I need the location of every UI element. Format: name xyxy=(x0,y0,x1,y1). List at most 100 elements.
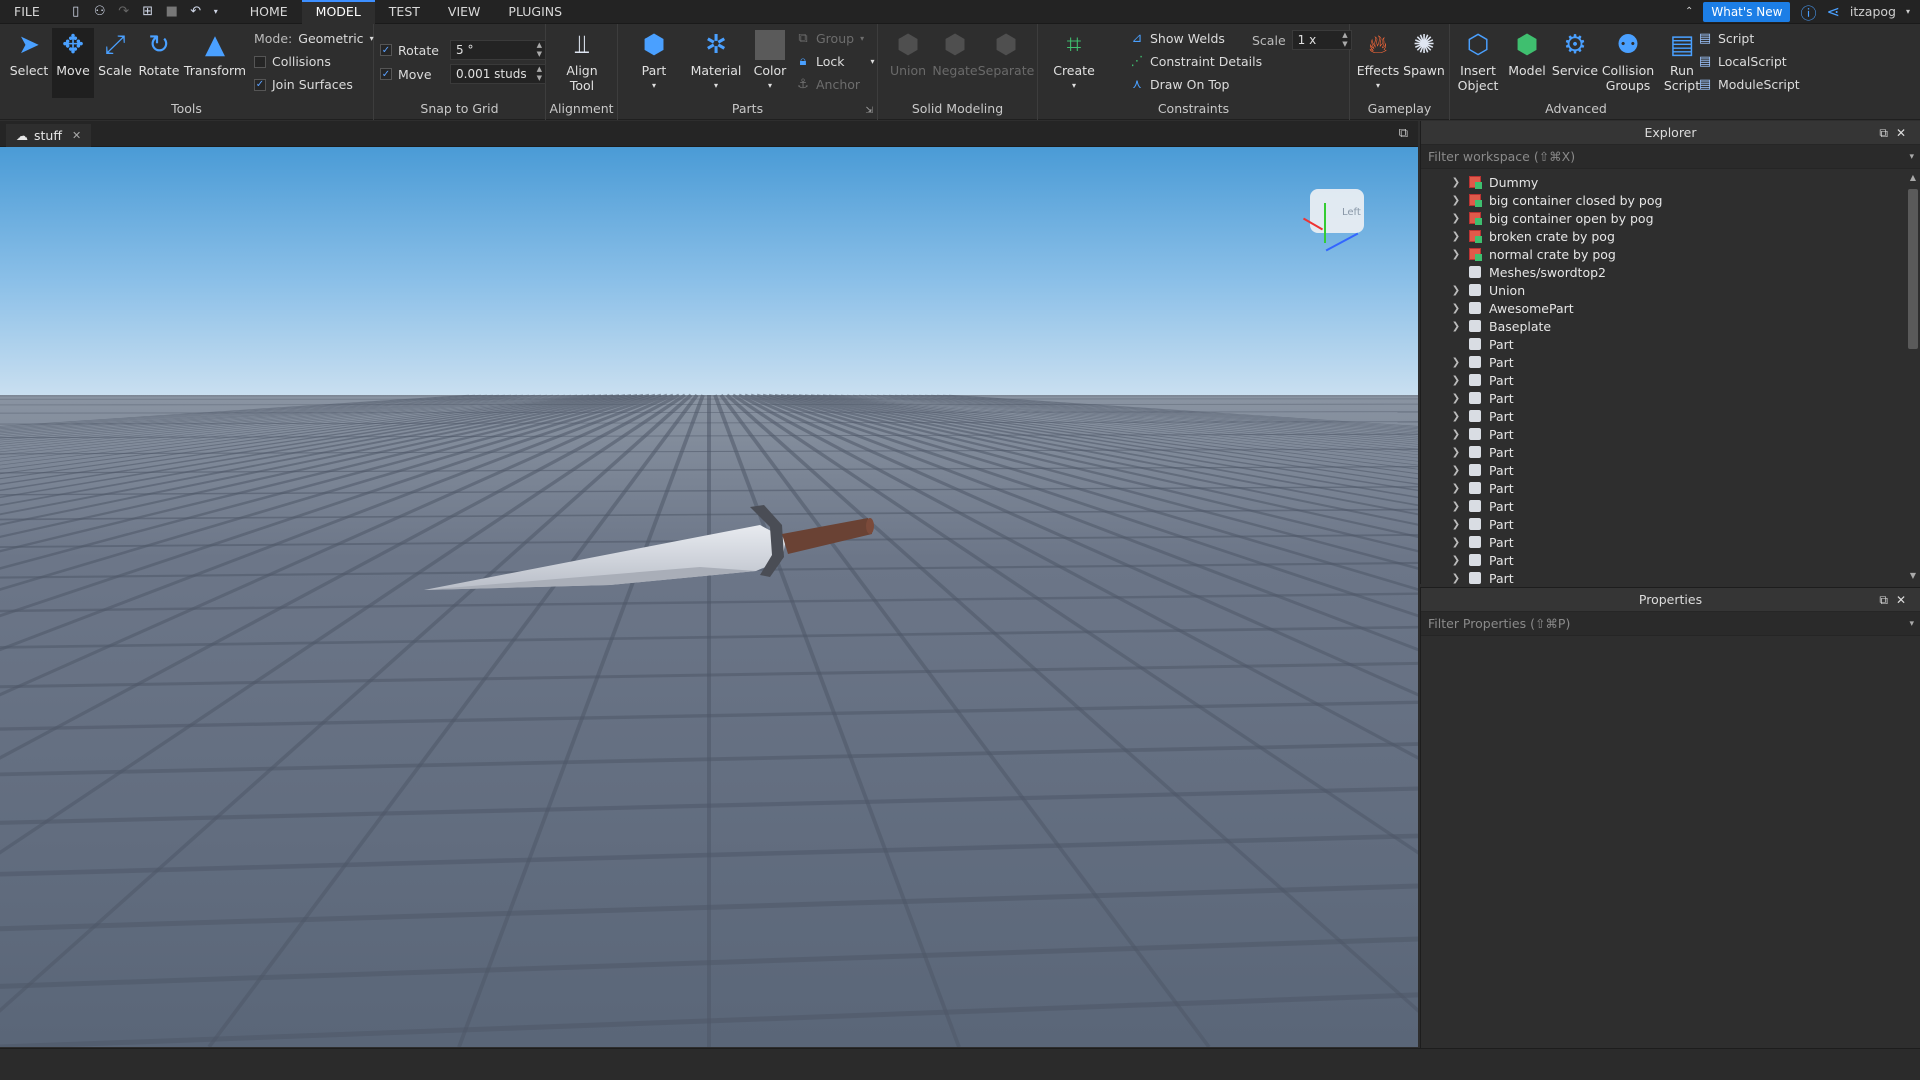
expand-arrow-icon[interactable]: ❯ xyxy=(1449,501,1463,512)
expand-arrow-icon[interactable]: ❯ xyxy=(1449,195,1463,206)
collapse-ribbon-icon[interactable]: ⌃ xyxy=(1685,6,1693,17)
open-icon[interactable]: ⚇ xyxy=(92,4,108,19)
tab-view[interactable]: VIEW xyxy=(434,0,495,24)
explorer-item[interactable]: ❯ Part xyxy=(1421,479,1904,497)
expand-group-icon[interactable]: ⇲ xyxy=(865,106,873,116)
effects-button[interactable]: 🔥︎ Effects ▾ xyxy=(1356,28,1400,93)
model-button[interactable]: ⬢ Model xyxy=(1504,28,1550,79)
join-surfaces-toggle[interactable]: ✓ Join Surfaces xyxy=(254,77,353,92)
redo-icon[interactable]: ↷ xyxy=(116,4,132,19)
expand-arrow-icon[interactable]: ❯ xyxy=(1449,249,1463,260)
anchor-button[interactable]: ⚓︎ Anchor xyxy=(796,77,860,92)
explorer-item[interactable]: ❯ Baseplate xyxy=(1421,317,1904,335)
expand-arrow-icon[interactable]: ❯ xyxy=(1449,231,1463,242)
move-snap-input[interactable]: 0.001 studs ▲ ▼ xyxy=(450,64,546,84)
move-button[interactable]: ✥ Move xyxy=(52,28,94,98)
explorer-item[interactable]: ❯ Union xyxy=(1421,281,1904,299)
expand-arrow-icon[interactable]: ❯ xyxy=(1449,519,1463,530)
material-button[interactable]: ✲ Material ▾ xyxy=(686,28,746,93)
explorer-item[interactable]: ❯ Part xyxy=(1421,461,1904,479)
scroll-up-icon[interactable]: ▲ xyxy=(1910,173,1916,182)
expand-arrow-icon[interactable]: ❯ xyxy=(1449,555,1463,566)
rotate-snap-checkbox[interactable]: ✓ xyxy=(380,44,392,56)
whats-new-button[interactable]: What's New xyxy=(1703,1,1791,22)
part-button[interactable]: ⬢ Part ▾ xyxy=(624,28,684,93)
chevron-down-icon[interactable]: ▾ xyxy=(1909,145,1914,169)
file-menu[interactable]: FILE xyxy=(0,0,54,24)
tab-test[interactable]: TEST xyxy=(375,0,434,24)
negate-button[interactable]: ⬢ Negate xyxy=(932,28,978,79)
collisions-checkbox[interactable] xyxy=(254,55,266,68)
expand-arrow-icon[interactable]: ❯ xyxy=(1449,177,1463,188)
explorer-item[interactable]: Part xyxy=(1421,335,1904,353)
explorer-item[interactable]: ❯ broken crate by pog xyxy=(1421,227,1904,245)
expand-arrow-icon[interactable]: ❯ xyxy=(1449,429,1463,440)
mode-dropdown[interactable]: Geometric xyxy=(298,31,363,46)
show-welds-button[interactable]: ⊿ Show Welds xyxy=(1130,31,1225,46)
explorer-item[interactable]: ❯ Part xyxy=(1421,533,1904,551)
explorer-item[interactable]: ❯ Part xyxy=(1421,389,1904,407)
create-constraint-button[interactable]: ⌗ Create ▾ xyxy=(1050,28,1098,93)
share-icon[interactable]: ⋖ xyxy=(1826,2,1839,21)
tab-plugins[interactable]: PLUGINS xyxy=(494,0,576,24)
constraint-details-button[interactable]: ⋰ Constraint Details xyxy=(1130,54,1263,69)
union-button[interactable]: ⬢ Union xyxy=(886,28,930,79)
explorer-item[interactable]: ❯ Part xyxy=(1421,407,1904,425)
spinner-icon[interactable]: ▲ ▼ xyxy=(1342,31,1347,49)
explorer-item[interactable]: ❯ normal crate by pog xyxy=(1421,245,1904,263)
rotate-button[interactable]: ↻ Rotate xyxy=(138,28,180,79)
close-icon[interactable]: ✕ xyxy=(72,129,81,142)
draw-on-top-button[interactable]: ⋏ Draw On Top xyxy=(1130,77,1229,92)
explorer-filter-input[interactable]: Filter workspace (⇧⌘X) ▾ xyxy=(1421,145,1920,169)
explorer-item[interactable]: ❯ Part xyxy=(1421,551,1904,569)
spinner-icon[interactable]: ▲ ▼ xyxy=(537,41,542,59)
local-script-button[interactable]: ▤ LocalScript xyxy=(1698,54,1787,69)
expand-arrow-icon[interactable]: ❯ xyxy=(1449,465,1463,476)
spinner-icon[interactable]: ▲ ▼ xyxy=(537,65,542,83)
explorer-item[interactable]: ❯ Part xyxy=(1421,497,1904,515)
publish-icon[interactable]: ⊞ xyxy=(140,4,156,19)
scale-button[interactable]: ⤢ Scale xyxy=(96,28,134,79)
expand-arrow-icon[interactable]: ❯ xyxy=(1449,537,1463,548)
rotate-snap-input[interactable]: 5 ° ▲ ▼ xyxy=(450,40,546,60)
constraint-scale-input[interactable]: 1 x ▲ ▼ xyxy=(1291,30,1352,50)
chevron-down-icon[interactable]: ▾ xyxy=(212,7,220,16)
spawn-button[interactable]: ✺ Spawn xyxy=(1402,28,1446,79)
expand-arrow-icon[interactable]: ❯ xyxy=(1449,393,1463,404)
explorer-item[interactable]: ❯ Part xyxy=(1421,443,1904,461)
script-button[interactable]: ▤ Script xyxy=(1698,31,1754,46)
expand-arrow-icon[interactable]: ❯ xyxy=(1449,573,1463,584)
expand-arrow-icon[interactable]: ❯ xyxy=(1449,357,1463,368)
join-surfaces-checkbox[interactable]: ✓ xyxy=(254,78,266,91)
close-icon[interactable]: ✕ xyxy=(1896,126,1914,140)
expand-arrow-icon[interactable]: ❯ xyxy=(1449,447,1463,458)
undock-icon[interactable]: ⧉ xyxy=(1879,126,1896,140)
expand-arrow-icon[interactable]: ❯ xyxy=(1449,285,1463,296)
close-icon[interactable]: ✕ xyxy=(1896,593,1914,607)
expand-arrow-icon[interactable]: ❯ xyxy=(1449,411,1463,422)
tab-stuff[interactable]: ☁ stuff ✕ xyxy=(6,124,92,147)
undock-icon[interactable]: ⧉ xyxy=(1879,593,1896,607)
tab-model[interactable]: MODEL xyxy=(301,0,375,24)
explorer-item[interactable]: ❯ big container open by pog xyxy=(1421,209,1904,227)
expand-arrow-icon[interactable]: ❯ xyxy=(1449,483,1463,494)
explorer-item[interactable]: Meshes/swordtop2 xyxy=(1421,263,1904,281)
group-button[interactable]: ⧉ Group ▾ xyxy=(796,31,864,46)
explorer-item[interactable]: ❯ Part xyxy=(1421,515,1904,533)
chevron-down-icon[interactable]: ▾ xyxy=(370,34,374,43)
3d-viewport[interactable]: Left xyxy=(0,147,1418,1047)
lock-button[interactable]: 🔒︎ Lock ▾ xyxy=(796,54,875,69)
explorer-item[interactable]: ❯ Part xyxy=(1421,569,1904,584)
collisions-toggle[interactable]: Collisions xyxy=(254,54,331,69)
explorer-item[interactable]: ❯ Part xyxy=(1421,425,1904,443)
scroll-down-icon[interactable]: ▼ xyxy=(1910,571,1916,580)
expand-arrow-icon[interactable]: ❯ xyxy=(1449,375,1463,386)
help-icon[interactable]: ⓘ xyxy=(1800,0,1816,24)
explorer-scrollbar-thumb[interactable] xyxy=(1908,189,1918,349)
separate-button[interactable]: ⬢ Separate xyxy=(978,28,1035,79)
move-snap-checkbox[interactable]: ✓ xyxy=(380,68,392,80)
chevron-down-icon[interactable]: ▾ xyxy=(1906,7,1910,16)
tab-home[interactable]: HOME xyxy=(236,0,302,24)
username-menu[interactable]: itzapog xyxy=(1850,4,1896,19)
transform-button[interactable]: ▲ Transform xyxy=(184,28,246,79)
